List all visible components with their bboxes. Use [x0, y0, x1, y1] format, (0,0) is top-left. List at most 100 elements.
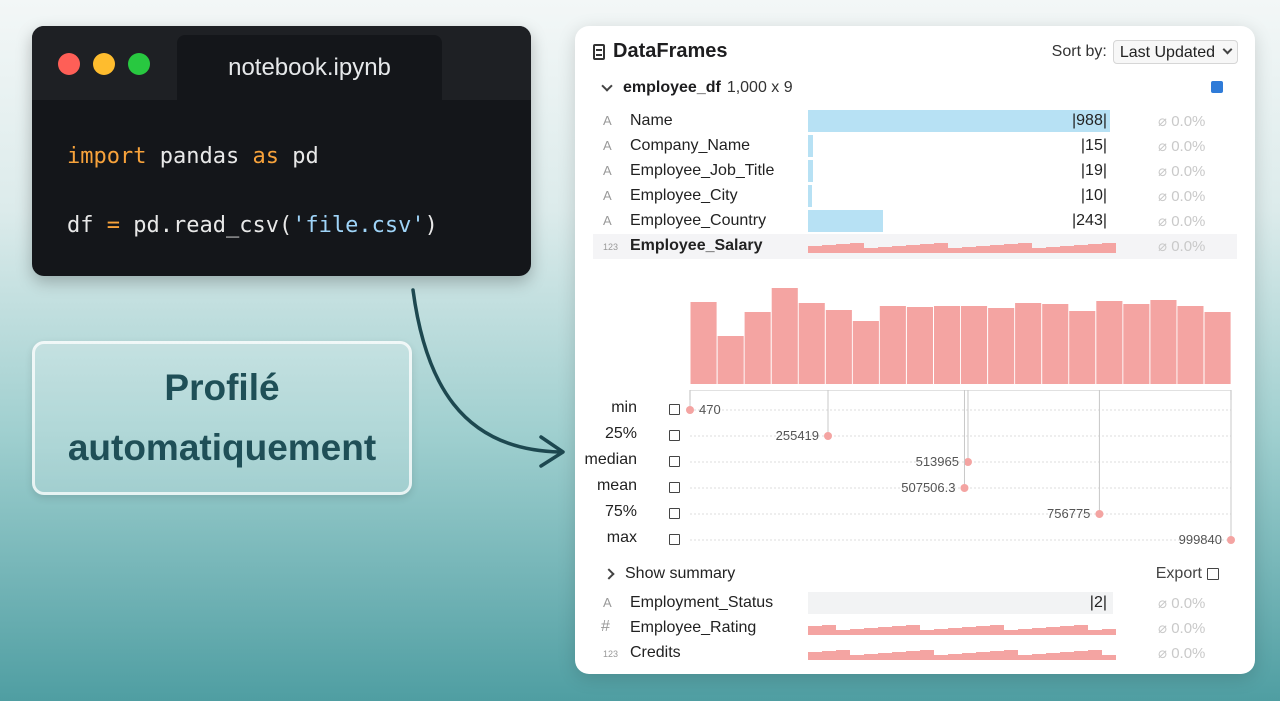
minimize-window-button[interactable]: [93, 53, 115, 75]
stat-label: mean: [596, 477, 637, 494]
numeric-type-icon: 123: [603, 649, 619, 659]
histogram-bar: [717, 336, 744, 384]
dataframe-name: employee_df: [623, 79, 721, 96]
external-link-icon[interactable]: [669, 456, 680, 467]
stat-label: median: [584, 451, 637, 468]
column-name: Employment_Status: [630, 594, 774, 611]
code-editor[interactable]: import pandas as pd df = pd.read_csv('fi…: [67, 139, 438, 243]
histogram-bar: [1096, 301, 1123, 384]
show-summary-toggle[interactable]: Show summary: [625, 565, 735, 583]
external-link-icon[interactable]: [669, 482, 680, 493]
dataframe-shape: 1,000 x 9: [726, 79, 793, 96]
export-button[interactable]: Export: [1156, 565, 1219, 583]
column-distribution: |2|: [808, 592, 1113, 614]
column-row[interactable]: A Employee_Country |243| ⌀ 0.0%: [593, 209, 1237, 234]
column-row[interactable]: A Employee_Job_Title |19| ⌀ 0.0%: [593, 159, 1237, 184]
histogram-bar: [771, 288, 798, 384]
column-row[interactable]: 123 Credits ⌀ 0.0%: [593, 641, 1237, 666]
histogram-bar: [1204, 312, 1231, 384]
external-link-icon[interactable]: [669, 534, 680, 545]
panel-title-text: DataFrames: [613, 40, 728, 62]
column-distribution: [808, 617, 1116, 639]
database-icon: [593, 43, 605, 60]
chevron-down-icon: [1222, 44, 1233, 55]
column-name: Employee_City: [630, 187, 738, 204]
column-distribution: |10|: [808, 185, 1113, 207]
code-keyword: import: [67, 144, 147, 169]
text-type-icon: A: [603, 213, 612, 228]
stat-point: [1095, 510, 1104, 518]
chevron-down-icon[interactable]: [601, 80, 613, 92]
column-row[interactable]: # Employee_Rating ⌀ 0.0%: [593, 616, 1237, 641]
histogram-bar: [690, 302, 717, 384]
stat-label: 75%: [604, 503, 637, 520]
panel-title: DataFrames: [593, 40, 728, 63]
unique-count: |10|: [1080, 187, 1107, 204]
column-name: Employee_Salary: [630, 237, 763, 254]
bar-track: [808, 592, 1113, 614]
unique-count: |988|: [1071, 112, 1107, 129]
histogram-bar: [879, 306, 906, 384]
stat-label: max: [606, 529, 637, 546]
column-distribution: |15|: [808, 135, 1113, 157]
column-row[interactable]: A Employee_City |10| ⌀ 0.0%: [593, 184, 1237, 209]
callout-line-1: Profilé: [164, 367, 280, 408]
stats-bracket: [689, 390, 1232, 400]
callout-box: Profilé automatiquement: [32, 341, 412, 495]
sort-select[interactable]: Last Updated: [1112, 40, 1238, 64]
external-link-icon[interactable]: [669, 430, 680, 441]
text-type-icon: A: [603, 138, 612, 153]
column-distribution: |19|: [808, 160, 1113, 182]
code-text: pd: [278, 144, 319, 169]
histogram-bar: [906, 307, 933, 384]
external-link-icon: [1207, 568, 1219, 580]
callout-line-2: automatiquement: [67, 427, 377, 468]
external-link-icon[interactable]: [669, 508, 680, 519]
stat-value: 470: [699, 402, 721, 417]
code-keyword: as: [252, 144, 279, 169]
column-row[interactable]: A Name |988| ⌀ 0.0%: [593, 109, 1237, 134]
stat-point: [1227, 536, 1235, 544]
histogram-bar: [1042, 304, 1069, 384]
unique-count-bar: [808, 135, 813, 157]
text-type-icon: A: [603, 113, 612, 128]
maximize-window-button[interactable]: [128, 53, 150, 75]
missing-percent: ⌀ 0.0%: [1158, 620, 1206, 637]
sort-value: Last Updated: [1119, 44, 1215, 61]
stat-point: [960, 484, 969, 492]
histogram-bar: [988, 308, 1015, 384]
tab-notebook[interactable]: notebook.ipynb: [177, 35, 442, 100]
missing-percent: ⌀ 0.0%: [1158, 163, 1206, 180]
column-row[interactable]: 123 Employee_Salary ⌀ 0.0%: [593, 234, 1237, 259]
chevron-right-icon[interactable]: [603, 568, 615, 580]
stat-value: 507506.3: [901, 480, 956, 495]
column-distribution: [808, 642, 1116, 664]
histogram-bar: [1015, 303, 1042, 384]
salary-histogram: [690, 288, 1231, 384]
unique-count: |2|: [1089, 594, 1107, 611]
text-type-icon: A: [603, 595, 612, 610]
column-row[interactable]: A Employment_Status |2| ⌀ 0.0%: [593, 591, 1237, 616]
stat-label: min: [611, 399, 637, 416]
distribution-sparkline: [808, 243, 1116, 253]
external-link-icon[interactable]: [669, 404, 680, 415]
stat-value: 513965: [915, 454, 959, 469]
column-row[interactable]: A Company_Name |15| ⌀ 0.0%: [593, 134, 1237, 159]
code-window: notebook.ipynb import pandas as pd df = …: [32, 26, 531, 276]
close-window-button[interactable]: [58, 53, 80, 75]
column-distribution: [808, 235, 1116, 257]
stat-value: 255419: [775, 428, 820, 443]
stat-point: [963, 458, 972, 466]
dataframe-row[interactable]: employee_df 1,000 x 9: [601, 76, 1223, 100]
column-name: Company_Name: [630, 137, 751, 154]
export-label: Export: [1155, 565, 1202, 582]
histogram-bar: [1069, 311, 1096, 384]
stat-point: [686, 406, 694, 414]
numeric-type-icon: 123: [603, 242, 619, 252]
histogram-bar: [934, 306, 961, 384]
histogram-bar: [1177, 306, 1204, 384]
unique-count: |19|: [1080, 162, 1107, 179]
missing-percent: ⌀ 0.0%: [1158, 188, 1206, 205]
numeric-type-icon: #: [601, 618, 610, 635]
text-type-icon: A: [603, 188, 612, 203]
